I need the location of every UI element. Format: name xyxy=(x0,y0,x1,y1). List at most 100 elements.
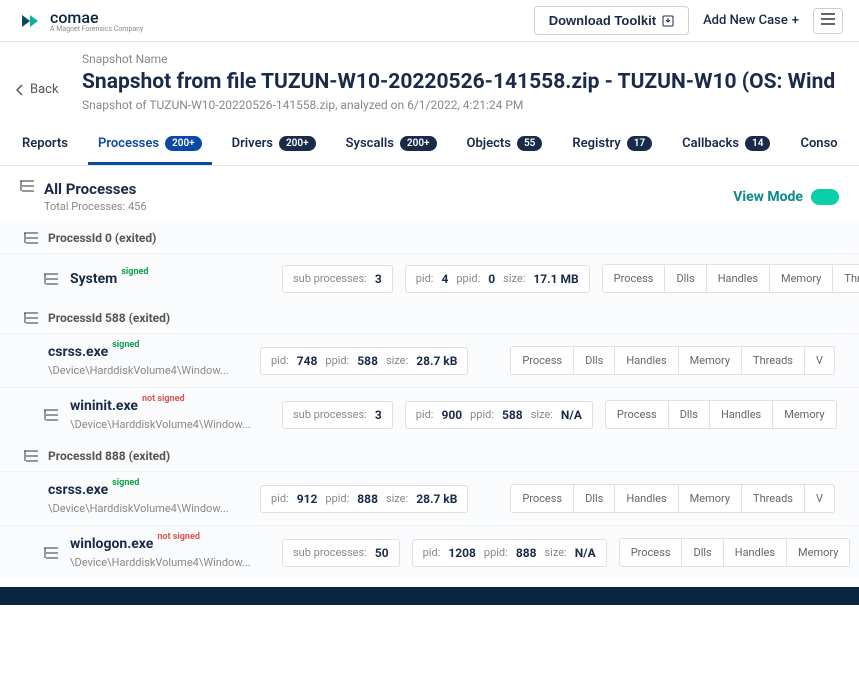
pid-chip: pid:1208ppid:888size:N/A xyxy=(412,539,607,567)
snapshot-label: Snapshot Name xyxy=(82,52,843,66)
row-actions: ProcessDllsHandlesMemoryThreadsV xyxy=(602,264,859,293)
tab-console[interactable]: Conso xyxy=(790,125,847,165)
process-path: \Device\HarddiskVolume4\Window... xyxy=(70,556,270,569)
group-header[interactable]: ProcessId 588 (exited) xyxy=(0,303,859,333)
chevron-left-icon xyxy=(16,84,24,96)
action-process[interactable]: Process xyxy=(510,484,574,513)
row-actions: ProcessDllsHandlesMemoryThreadsV xyxy=(510,484,835,513)
tab-objects[interactable]: Objects55 xyxy=(457,125,553,165)
tab-bar: Reports Processes200+ Drivers200+ Syscal… xyxy=(0,124,859,166)
pid-chip: pid:900ppid:588size:N/A xyxy=(405,401,593,429)
action-memory[interactable]: Memory xyxy=(770,264,833,293)
process-group: ProcessId 0 (exited) Systemsigned sub pr… xyxy=(0,223,859,303)
tree-icon xyxy=(44,273,58,285)
action-threads[interactable]: Threads xyxy=(742,484,805,513)
action-process[interactable]: Process xyxy=(510,346,574,375)
page-subtitle: Snapshot of TUZUN-W10-20220526-141558.zi… xyxy=(82,98,843,112)
pid-chip: pid:748ppid:588size:28.7 kB xyxy=(260,347,468,375)
hamburger-icon xyxy=(821,13,835,25)
action-process[interactable]: Process xyxy=(605,400,669,429)
process-name-col: csrss.exesigned \Device\HarddiskVolume4\… xyxy=(48,482,248,515)
process-row[interactable]: winlogon.exenot signed \Device\HarddiskV… xyxy=(0,525,859,579)
page-header: Back Snapshot Name Snapshot from file TU… xyxy=(0,42,859,124)
tree-icon xyxy=(24,450,38,462)
toggle-switch[interactable] xyxy=(811,189,839,205)
process-row[interactable]: csrss.exe signed \Device\HarddiskVolume4\… xyxy=(0,471,859,525)
process-group: ProcessId 888 (exited) csrss.exe signed \… xyxy=(0,441,859,579)
logo[interactable]: comae A Magnet Forensics Company xyxy=(16,8,143,33)
process-name: wininit.exe xyxy=(70,398,138,414)
action-threads[interactable]: Threads xyxy=(742,346,805,375)
process-row[interactable]: wininit.exe not signed \Device\HarddiskVo… xyxy=(0,387,859,441)
tab-drivers[interactable]: Drivers200+ xyxy=(222,125,326,165)
action-memory[interactable]: Memory xyxy=(679,484,742,513)
action-process[interactable]: Process xyxy=(602,264,666,293)
back-button[interactable]: Back xyxy=(16,82,59,97)
row-actions: ProcessDllsHandlesMemory xyxy=(619,538,851,567)
action-dlls[interactable]: Dlls xyxy=(669,400,710,429)
process-path: \Device\HarddiskVolume4\Window... xyxy=(48,364,248,377)
tab-reports[interactable]: Reports xyxy=(12,125,78,165)
action-handles[interactable]: Handles xyxy=(615,346,678,375)
action-handles[interactable]: Handles xyxy=(707,264,770,293)
subprocess-chip: sub processes:50 xyxy=(282,539,400,567)
tab-syscalls[interactable]: Syscalls200+ xyxy=(336,125,447,165)
action-v[interactable]: V xyxy=(805,346,835,375)
action-memory[interactable]: Memory xyxy=(679,346,742,375)
pid-chip: pid:4ppid:0size:17.1 MB xyxy=(405,265,590,293)
signature-badge: signed xyxy=(112,478,139,488)
topbar: comae A Magnet Forensics Company Downloa… xyxy=(0,0,859,42)
footer xyxy=(0,587,859,605)
process-group: ProcessId 588 (exited) csrss.exe signed \… xyxy=(0,303,859,441)
action-handles[interactable]: Handles xyxy=(724,538,787,567)
section-header: All Processes Total Processes: 456 View … xyxy=(0,166,859,223)
signature-badge: signed xyxy=(121,267,148,277)
tree-icon xyxy=(44,547,58,559)
add-case-button[interactable]: Add New Case + xyxy=(703,13,799,28)
menu-button[interactable] xyxy=(813,8,843,34)
action-v[interactable]: V xyxy=(805,484,835,513)
tree-icon xyxy=(24,232,38,244)
brand-tagline: A Magnet Forensics Company xyxy=(50,25,143,33)
tab-processes[interactable]: Processes200+ xyxy=(88,125,212,165)
logo-icon xyxy=(16,13,44,29)
tree-icon xyxy=(24,312,38,324)
process-path: \Device\HarddiskVolume4\Window... xyxy=(70,418,270,431)
pid-chip: pid:912ppid:888size:28.7 kB xyxy=(260,485,468,513)
action-threads[interactable]: Threads xyxy=(833,264,859,293)
action-dlls[interactable]: Dlls xyxy=(574,346,615,375)
download-toolkit-button[interactable]: Download Toolkit xyxy=(534,6,689,35)
action-dlls[interactable]: Dlls xyxy=(574,484,615,513)
page-title: Snapshot from file TUZUN-W10-20220526-14… xyxy=(82,70,843,94)
action-process[interactable]: Process xyxy=(619,538,683,567)
process-path: \Device\HarddiskVolume4\Window... xyxy=(48,502,248,515)
row-actions: ProcessDllsHandlesMemory xyxy=(605,400,837,429)
signature-badge: not signed xyxy=(157,532,200,542)
tree-icon xyxy=(44,409,58,421)
signature-badge: signed xyxy=(112,340,139,350)
group-header[interactable]: ProcessId 0 (exited) xyxy=(0,223,859,253)
process-name-col: wininit.exenot signed \Device\HarddiskVo… xyxy=(70,398,270,431)
action-handles[interactable]: Handles xyxy=(615,484,678,513)
signature-badge: not signed xyxy=(142,394,185,404)
action-handles[interactable]: Handles xyxy=(710,400,773,429)
process-name: csrss.exe xyxy=(48,482,108,498)
group-header[interactable]: ProcessId 888 (exited) xyxy=(0,441,859,471)
action-dlls[interactable]: Dlls xyxy=(682,538,723,567)
process-row[interactable]: Systemsigned sub processes:3 pid:4ppid:0s… xyxy=(0,253,859,303)
subprocess-chip: sub processes:3 xyxy=(282,401,393,429)
process-name-col: csrss.exesigned \Device\HarddiskVolume4\… xyxy=(48,344,248,377)
subprocess-chip: sub processes:3 xyxy=(282,265,393,293)
tab-callbacks[interactable]: Callbacks14 xyxy=(672,125,780,165)
action-dlls[interactable]: Dlls xyxy=(665,264,706,293)
process-row[interactable]: csrss.exe signed \Device\HarddiskVolume4\… xyxy=(0,333,859,387)
process-name: csrss.exe xyxy=(48,344,108,360)
action-memory[interactable]: Memory xyxy=(773,400,836,429)
tab-registry[interactable]: Registry17 xyxy=(562,125,662,165)
plus-icon: + xyxy=(792,13,799,28)
section-title: All Processes xyxy=(44,180,147,198)
action-memory[interactable]: Memory xyxy=(787,538,850,567)
view-mode-toggle[interactable]: View Mode xyxy=(733,189,839,205)
process-name-col: Systemsigned xyxy=(70,271,270,287)
row-actions: ProcessDllsHandlesMemoryThreadsV xyxy=(510,346,835,375)
